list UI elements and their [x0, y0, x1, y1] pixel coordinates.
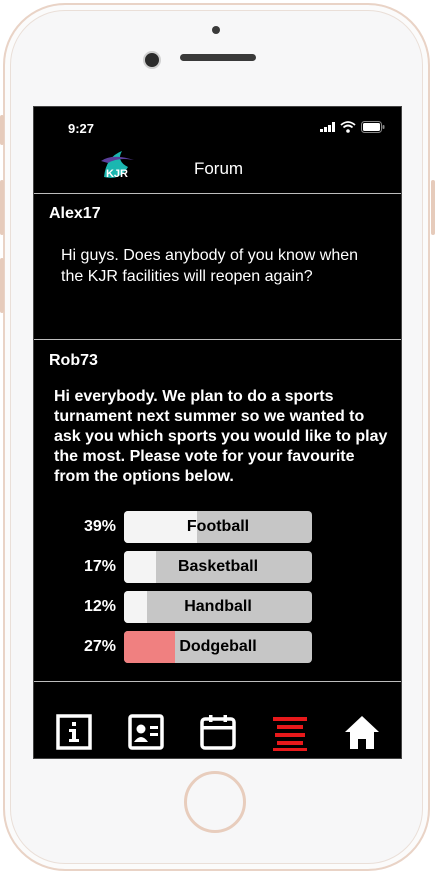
poll-option-basketball: 17% Basketball	[34, 551, 401, 583]
status-time: 9:27	[68, 121, 95, 136]
poll-percent: 17%	[83, 558, 116, 575]
poll-percent: 12%	[83, 598, 116, 615]
poll-label: Basketball	[177, 558, 259, 575]
poll-option-football: 39% Football	[34, 511, 401, 543]
post-author: Alex17	[49, 205, 101, 222]
post-text: Hi guys. Does anybody of you know when t…	[61, 247, 359, 285]
home-button[interactable]	[184, 771, 246, 833]
poll-percent: 27%	[83, 638, 116, 655]
poll-percent: 39%	[83, 518, 116, 535]
wifi-icon	[340, 121, 356, 133]
poll-vote-button[interactable]: Handball	[124, 591, 312, 623]
mute-switch	[0, 115, 4, 145]
poll-vote-button[interactable]: Basketball	[124, 551, 312, 583]
post-divider	[34, 339, 401, 340]
header-divider	[34, 193, 401, 194]
poll-option-dodgeball: 27% Dodgeball	[34, 631, 401, 663]
proximity-sensor	[212, 26, 220, 34]
calendar-icon[interactable]	[199, 713, 237, 751]
poll-label: Handball	[184, 598, 252, 615]
cellular-signal-icon	[320, 122, 335, 132]
status-icons	[320, 120, 385, 134]
volume-down-button	[0, 258, 4, 313]
info-icon[interactable]	[55, 713, 93, 751]
front-camera	[143, 51, 161, 69]
poll-vote-button[interactable]: Dodgeball	[124, 631, 312, 663]
post-author: Rob73	[49, 352, 98, 369]
poll-option-handball: 12% Handball	[34, 591, 401, 623]
battery-icon	[361, 121, 385, 133]
home-icon[interactable]	[343, 713, 381, 751]
app-screen: 9:27 KJR Forum Alex17 Hi guys. Does anyb…	[33, 106, 402, 759]
poll-label: Dodgeball	[179, 638, 257, 655]
page-title: Forum	[193, 159, 244, 178]
bottom-nav	[34, 705, 401, 758]
poll-divider	[34, 681, 401, 682]
earpiece-speaker	[180, 54, 256, 61]
poll-vote-button[interactable]: Football	[124, 511, 312, 543]
power-button	[431, 180, 435, 235]
post-text: Hi everybody. We plan to do a sports tur…	[54, 388, 388, 485]
forum-icon[interactable]	[271, 713, 309, 751]
contact-card-icon[interactable]	[127, 713, 165, 751]
volume-up-button	[0, 180, 4, 235]
poll-label: Football	[186, 518, 250, 535]
